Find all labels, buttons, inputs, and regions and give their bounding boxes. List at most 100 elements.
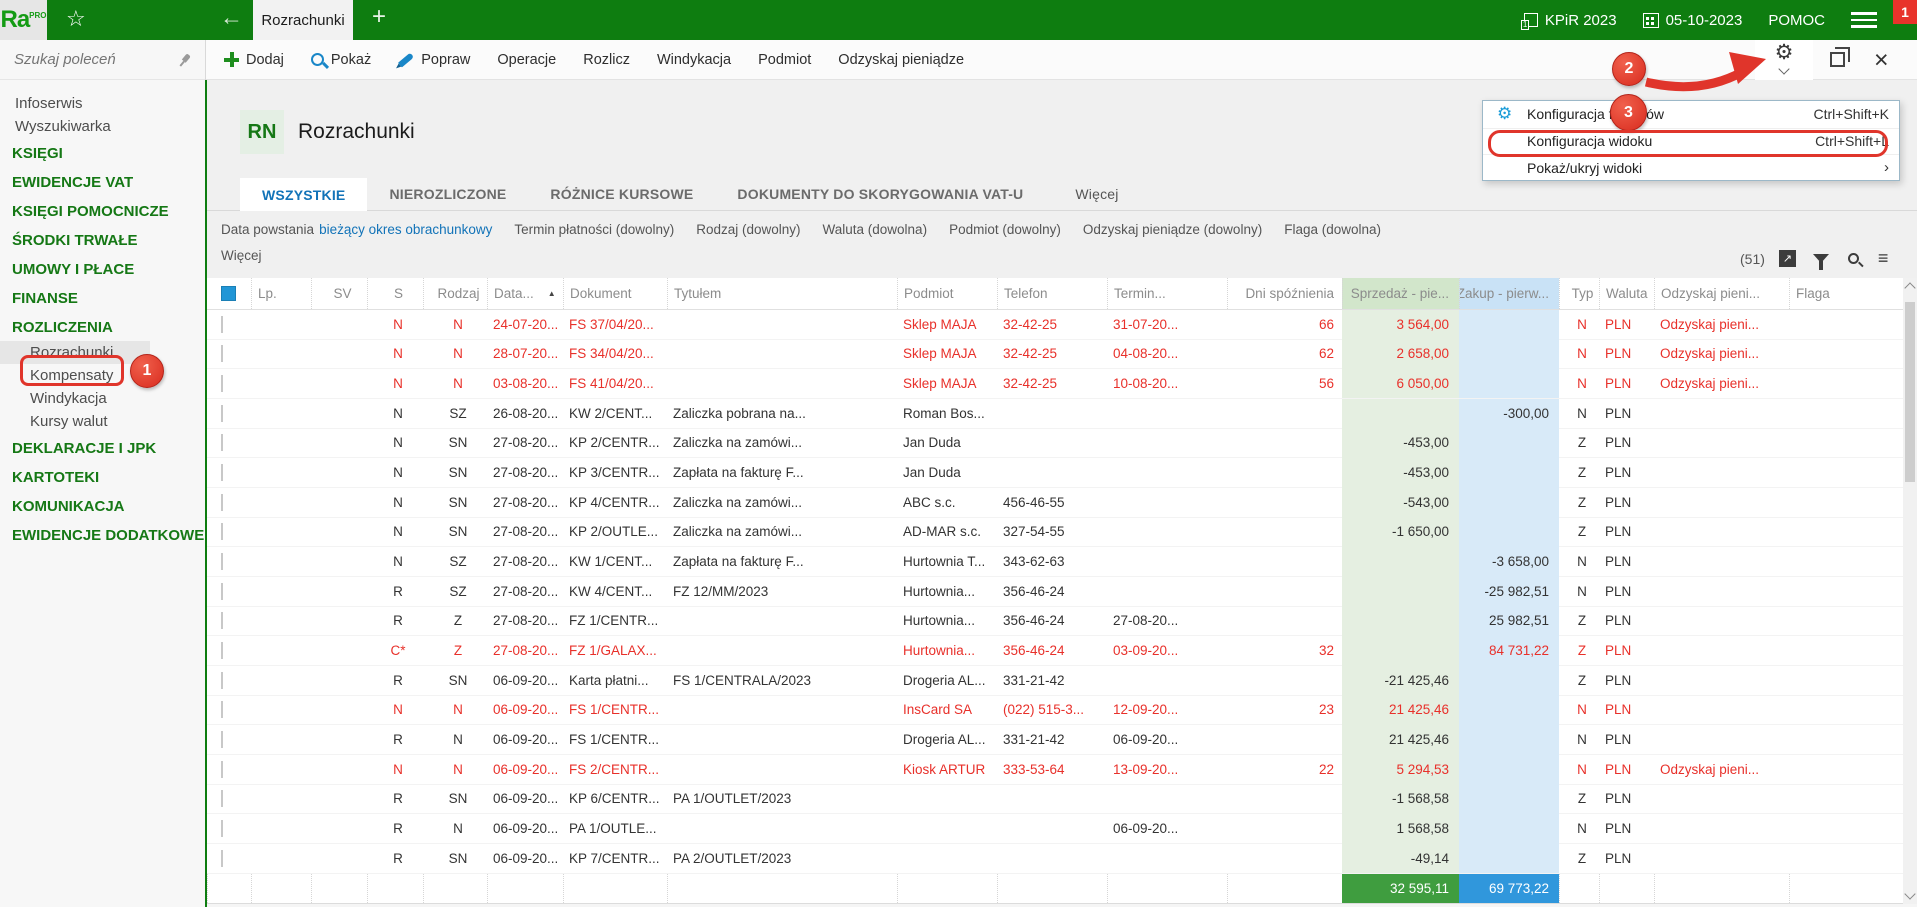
cell-odzyskaj[interactable]: Odzyskaj pieni... xyxy=(1654,369,1789,399)
sidebar-item-finanse[interactable]: FINANSE xyxy=(0,285,205,312)
row-checkbox[interactable] xyxy=(207,339,251,369)
table-row[interactable]: NSN27-08-20...KP 4/CENTR...Zaliczka na z… xyxy=(207,488,1903,518)
tab-roznice-kursowe[interactable]: RÓŻNICE KURSOWE xyxy=(528,178,715,210)
table-row[interactable]: RSZ27-08-20...KW 4/CENT...FZ 12/MM/2023H… xyxy=(207,577,1903,607)
vertical-scrollbar[interactable] xyxy=(1903,278,1917,904)
row-checkbox[interactable] xyxy=(207,755,251,785)
row-checkbox[interactable] xyxy=(207,636,251,666)
col-header-lp[interactable]: Lp. xyxy=(251,278,311,309)
table-row[interactable]: NSN27-08-20...KP 3/CENTR...Zapłata na fa… xyxy=(207,458,1903,488)
row-checkbox[interactable] xyxy=(207,399,251,429)
row-checkbox[interactable] xyxy=(207,725,251,755)
toolbar-podmiot[interactable]: Podmiot xyxy=(758,52,811,68)
table-row[interactable]: RN06-09-20...PA 1/OUTLE...06-09-20...1 5… xyxy=(207,814,1903,844)
cell-odzyskaj[interactable]: Odzyskaj pieni... xyxy=(1654,755,1789,785)
row-checkbox[interactable] xyxy=(207,428,251,458)
filter-waluta-dowolna[interactable]: Waluta (dowolna) xyxy=(823,222,928,244)
filters-more-link[interactable]: Więcej xyxy=(221,248,262,263)
new-tab-plus-icon[interactable]: + xyxy=(372,3,386,31)
sidebar-item-kartoteki[interactable]: KARTOTEKI xyxy=(0,464,205,491)
sidebar-item-srodki-trwa-e[interactable]: ŚRODKI TRWAŁE xyxy=(0,227,205,254)
filter-value[interactable]: bieżący okres obrachunkowy xyxy=(319,222,492,237)
menu-item-konfiguracja-finansow[interactable]: ⚙Konfiguracja finansówCtrl+Shift+K xyxy=(1483,101,1899,128)
tab-wiecej[interactable]: Więcej xyxy=(1045,178,1140,210)
settings-button[interactable]: ⚙ xyxy=(1755,40,1813,80)
col-header-sprzedaz-pie[interactable]: Sprzedaż - pie... xyxy=(1342,278,1459,309)
toolbar-pokaz[interactable]: Pokaż xyxy=(311,52,371,68)
col-header-zakup-pierw[interactable]: Zakup - pierw... xyxy=(1459,278,1559,309)
close-icon[interactable]: × xyxy=(1874,46,1889,74)
table-row[interactable]: C*Z27-08-20...FZ 1/GALAX...Hurtownia...3… xyxy=(207,636,1903,666)
table-row[interactable]: NN28-07-20...FS 34/04/20...Sklep MAJA32-… xyxy=(207,340,1903,370)
detach-window-icon[interactable] xyxy=(1830,52,1845,67)
col-header-sv[interactable]: SV xyxy=(311,278,367,309)
col-header-termin[interactable]: Termin... xyxy=(1107,278,1227,309)
filter-funnel-icon[interactable] xyxy=(1813,254,1829,263)
notification-badge[interactable]: 1 xyxy=(1893,0,1917,24)
row-checkbox[interactable] xyxy=(207,547,251,577)
table-row[interactable]: NN03-08-20...FS 41/04/20...Sklep MAJA32-… xyxy=(207,369,1903,399)
filter-rodzaj-dowolny[interactable]: Rodzaj (dowolny) xyxy=(696,222,800,244)
filter-podmiot-dowolny[interactable]: Podmiot (dowolny) xyxy=(949,222,1061,244)
favorites-star-icon[interactable]: ☆ xyxy=(66,6,86,32)
sidebar-item-deklaracje-i-jpk[interactable]: DEKLARACJE I JPK xyxy=(0,435,205,462)
cell-odzyskaj[interactable]: Odzyskaj pieni... xyxy=(1654,310,1789,340)
col-header-rodzaj[interactable]: Rodzaj xyxy=(423,278,487,309)
search-list-icon[interactable] xyxy=(1848,253,1859,264)
tab-dokumenty-do-skorygowania-vat-u[interactable]: DOKUMENTY DO SKORYGOWANIA VAT-U xyxy=(715,178,1045,210)
col-header-flaga[interactable]: Flaga xyxy=(1789,278,1903,309)
sidebar-item-komunikacja[interactable]: KOMUNIKACJA xyxy=(0,493,205,520)
row-checkbox[interactable] xyxy=(207,517,251,547)
row-checkbox[interactable] xyxy=(207,606,251,636)
filter-flaga-dowolna[interactable]: Flaga (dowolna) xyxy=(1284,222,1381,244)
date-selector[interactable]: 05-10-2023 xyxy=(1643,12,1743,29)
table-row[interactable]: NSZ26-08-20...KW 2/CENT...Zaliczka pobra… xyxy=(207,399,1903,429)
toolbar-odzyskaj-pieniadze[interactable]: Odzyskaj pieniądze xyxy=(838,52,964,68)
col-header-data[interactable]: Data...▲ xyxy=(487,278,563,309)
row-checkbox[interactable] xyxy=(207,844,251,874)
scroll-down-icon[interactable] xyxy=(1904,888,1915,899)
table-row[interactable]: NSZ27-08-20...KW 1/CENT...Zapłata na fak… xyxy=(207,547,1903,577)
tab-wszystkie[interactable]: WSZYSTKIE xyxy=(240,178,367,211)
sidebar-item-ksiegi-pomocnicze[interactable]: KSIĘGI POMOCNICZE xyxy=(0,198,205,225)
col-header-podmiot[interactable]: Podmiot xyxy=(897,278,997,309)
row-checkbox[interactable] xyxy=(207,695,251,725)
cell-odzyskaj[interactable]: Odzyskaj pieni... xyxy=(1654,339,1789,369)
row-checkbox[interactable] xyxy=(207,369,251,399)
sidebar-item-wyszukiwarka[interactable]: Wyszukiwarka xyxy=(0,115,205,138)
sidebar-item-infoserwis[interactable]: Infoserwis xyxy=(0,92,205,115)
pin-icon[interactable] xyxy=(174,50,194,70)
sidebar-item-ewidencje-vat[interactable]: EWIDENCJE VAT xyxy=(0,169,205,196)
select-all-checkbox[interactable] xyxy=(207,278,251,309)
menu-item-pokaz-ukryj-widoki[interactable]: Pokaż/ukryj widoki› xyxy=(1483,154,1899,181)
sidebar-item-kursy-walut[interactable]: Kursy walut xyxy=(0,410,205,433)
module-tab[interactable]: Rozrachunki xyxy=(253,0,353,40)
col-header-dokument[interactable]: Dokument xyxy=(563,278,667,309)
table-row[interactable]: NN24-07-20...FS 37/04/20...Sklep MAJA32-… xyxy=(207,310,1903,340)
filter-termin-p-atnosci-dowolny[interactable]: Termin płatności (dowolny) xyxy=(514,222,674,244)
sidebar-item-ksiegi[interactable]: KSIĘGI xyxy=(0,140,205,167)
table-row[interactable]: RN06-09-20...FS 1/CENTR...Drogeria AL...… xyxy=(207,725,1903,755)
scroll-up-icon[interactable] xyxy=(1904,282,1915,293)
toolbar-dodaj[interactable]: Dodaj xyxy=(224,52,284,68)
col-header-odzyskaj-pieni[interactable]: Odzyskaj pieni... xyxy=(1654,278,1789,309)
toolbar-popraw[interactable]: Popraw xyxy=(398,52,470,68)
back-arrow-icon[interactable]: ← xyxy=(220,4,243,31)
col-header-dni-spoznienia[interactable]: Dni spóźnienia xyxy=(1227,278,1342,309)
tab-nierozliczone[interactable]: NIEROZLICZONE xyxy=(367,178,528,210)
table-row[interactable]: NSN27-08-20...KP 2/CENTR...Zaliczka na z… xyxy=(207,429,1903,459)
row-checkbox[interactable] xyxy=(207,666,251,696)
filter-data-powstania[interactable]: Data powstaniabieżący okres obrachunkowy xyxy=(221,222,492,244)
toolbar-rozlicz[interactable]: Rozlicz xyxy=(583,52,630,68)
list-menu-icon[interactable]: ≡ xyxy=(1878,248,1889,269)
row-checkbox[interactable] xyxy=(207,577,251,607)
scrollbar-thumb[interactable] xyxy=(1905,302,1915,482)
toolbar-operacje[interactable]: Operacje xyxy=(497,52,556,68)
table-row[interactable]: RSN06-09-20...Karta płatni...FS 1/CENTRA… xyxy=(207,666,1903,696)
table-row[interactable]: RSN06-09-20...KP 6/CENTR...PA 1/OUTLET/2… xyxy=(207,785,1903,815)
table-row[interactable]: NN06-09-20...FS 1/CENTR...InsCard SA(022… xyxy=(207,696,1903,726)
period-selector[interactable]: 1 KPiR 2023 xyxy=(1524,12,1617,29)
row-checkbox[interactable] xyxy=(207,458,251,488)
row-checkbox[interactable] xyxy=(207,310,251,340)
main-menu-icon[interactable] xyxy=(1851,12,1877,28)
